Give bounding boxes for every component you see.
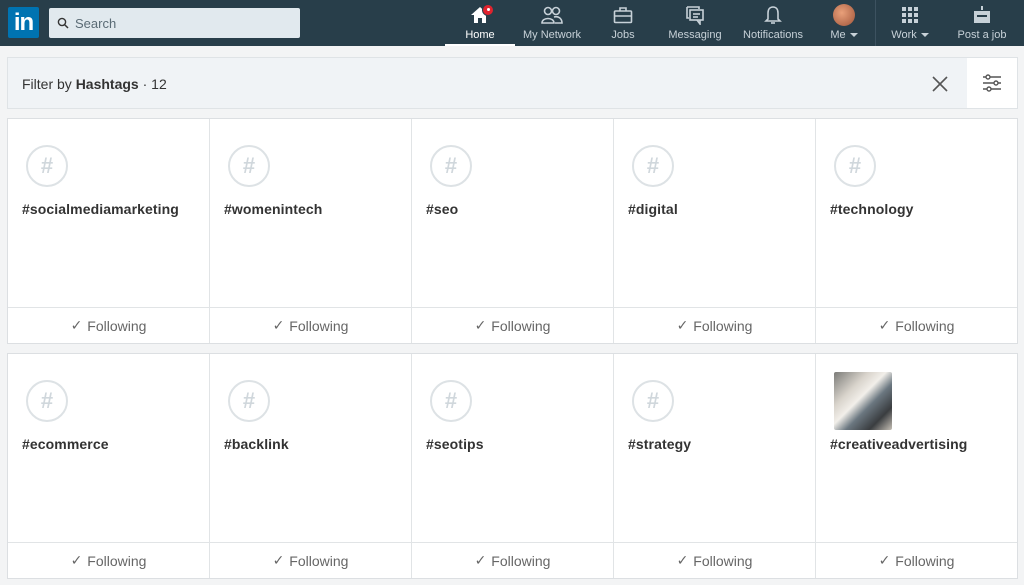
grid-icon (899, 4, 921, 26)
briefcase-icon (612, 4, 634, 26)
following-button[interactable]: ✓ Following (412, 542, 613, 578)
hashtag-icon: # (430, 380, 472, 422)
hashtag-card[interactable]: # #womenintech ✓ Following (210, 119, 412, 343)
following-button[interactable]: ✓ Following (210, 542, 411, 578)
checkmark-icon: ✓ (878, 552, 891, 568)
messaging-icon (684, 4, 706, 26)
following-button[interactable]: ✓ Following (614, 542, 815, 578)
notification-badge (482, 4, 494, 16)
avatar (833, 4, 855, 26)
chevron-down-icon (849, 33, 858, 38)
bell-icon (762, 4, 784, 26)
clear-filter-button[interactable] (926, 70, 954, 98)
nav-notifications[interactable]: Notifications (733, 0, 813, 46)
following-button[interactable]: ✓ Following (412, 307, 613, 343)
chevron-down-icon (920, 33, 929, 38)
hashtag-icon: # (26, 145, 68, 187)
hashtag-card[interactable]: # #technology ✓ Following (816, 119, 1017, 343)
nav-label: Post a job (957, 29, 1007, 41)
hashtag-icon: # (632, 380, 674, 422)
hashtag-icon: # (632, 145, 674, 187)
hashtag-icon: # (26, 380, 68, 422)
following-button[interactable]: ✓ Following (8, 542, 209, 578)
hashtag-icon: # (430, 145, 472, 187)
hashtag-card[interactable]: # #socialmediamarketing ✓ Following (8, 119, 210, 343)
hashtag-grid-row-2: # #ecommerce ✓ Following # #backlink ✓ Fol… (7, 353, 1018, 579)
hashtag-card[interactable]: # #ecommerce ✓ Following (8, 354, 210, 578)
hashtag-icon: # (228, 380, 270, 422)
hashtag-thumbnail-image (834, 372, 892, 430)
nav-messaging[interactable]: Messaging (657, 0, 733, 46)
nav-jobs[interactable]: Jobs (589, 0, 657, 46)
sliders-icon (983, 74, 1001, 92)
hashtag-name[interactable]: #strategy (628, 436, 691, 452)
nav-label: Home (465, 29, 495, 41)
hashtag-name[interactable]: #socialmediamarketing (22, 201, 179, 217)
checkmark-icon: ✓ (676, 552, 689, 568)
hashtag-name[interactable]: #digital (628, 201, 678, 217)
checkmark-icon: ✓ (272, 317, 285, 333)
hashtag-card[interactable]: # #seotips ✓ Following (412, 354, 614, 578)
linkedin-logo[interactable]: in (8, 7, 39, 38)
hashtag-icon: # (834, 145, 876, 187)
hashtag-name[interactable]: #ecommerce (22, 436, 109, 452)
hashtag-name[interactable]: #creativeadvertising (830, 436, 967, 452)
top-navigation-bar: in Home My Network Jobs (0, 0, 1024, 46)
following-button[interactable]: ✓ Following (8, 307, 209, 343)
checkmark-icon: ✓ (474, 552, 487, 568)
filter-label: Filter by Hashtags · 12 (22, 76, 167, 92)
nav-home[interactable]: Home (445, 0, 515, 46)
close-icon (932, 76, 948, 92)
hashtag-name[interactable]: #seotips (426, 436, 484, 452)
hashtag-name[interactable]: #backlink (224, 436, 289, 452)
search-icon (57, 17, 69, 29)
hashtag-icon: # (228, 145, 270, 187)
checkmark-icon: ✓ (70, 552, 83, 568)
nav-label: Jobs (611, 29, 635, 41)
filter-bar: Filter by Hashtags · 12 (7, 57, 1018, 109)
following-button[interactable]: ✓ Following (614, 307, 815, 343)
nav-label: Me (830, 29, 858, 41)
nav-post-a-job[interactable]: Post a job (940, 0, 1024, 46)
search-box[interactable] (49, 8, 300, 38)
nav-work[interactable]: Work (880, 0, 940, 46)
hashtag-card[interactable]: # #strategy ✓ Following (614, 354, 816, 578)
hashtag-card[interactable]: # #backlink ✓ Following (210, 354, 412, 578)
filter-type: Hashtags (75, 76, 139, 92)
nav-my-network[interactable]: My Network (515, 0, 589, 46)
hashtag-card[interactable]: # #digital ✓ Following (614, 119, 816, 343)
hashtag-name[interactable]: #seo (426, 201, 458, 217)
following-button[interactable]: ✓ Following (816, 307, 1017, 343)
filter-settings-button[interactable] (967, 58, 1017, 108)
search-input[interactable] (75, 15, 275, 31)
following-button[interactable]: ✓ Following (816, 542, 1017, 578)
hashtag-name[interactable]: #womenintech (224, 201, 322, 217)
network-icon (541, 4, 563, 26)
post-job-icon (971, 4, 993, 26)
hashtag-grid-row-1: # #socialmediamarketing ✓ Following # #wo… (7, 118, 1018, 344)
nav-divider (875, 0, 876, 46)
checkmark-icon: ✓ (474, 317, 487, 333)
nav-me[interactable]: Me (813, 0, 875, 46)
nav-label: My Network (522, 29, 582, 41)
hashtag-name[interactable]: #technology (830, 201, 914, 217)
nav-label: Messaging (668, 29, 722, 41)
filter-count: · 12 (142, 76, 167, 92)
following-button[interactable]: ✓ Following (210, 307, 411, 343)
checkmark-icon: ✓ (272, 552, 285, 568)
hashtag-card[interactable]: # #seo ✓ Following (412, 119, 614, 343)
hashtag-card[interactable]: #creativeadvertising ✓ Following (816, 354, 1017, 578)
checkmark-icon: ✓ (676, 317, 689, 333)
checkmark-icon: ✓ (878, 317, 891, 333)
nav-label: Work (891, 29, 929, 41)
nav-label: Notifications (743, 29, 803, 41)
checkmark-icon: ✓ (70, 317, 83, 333)
